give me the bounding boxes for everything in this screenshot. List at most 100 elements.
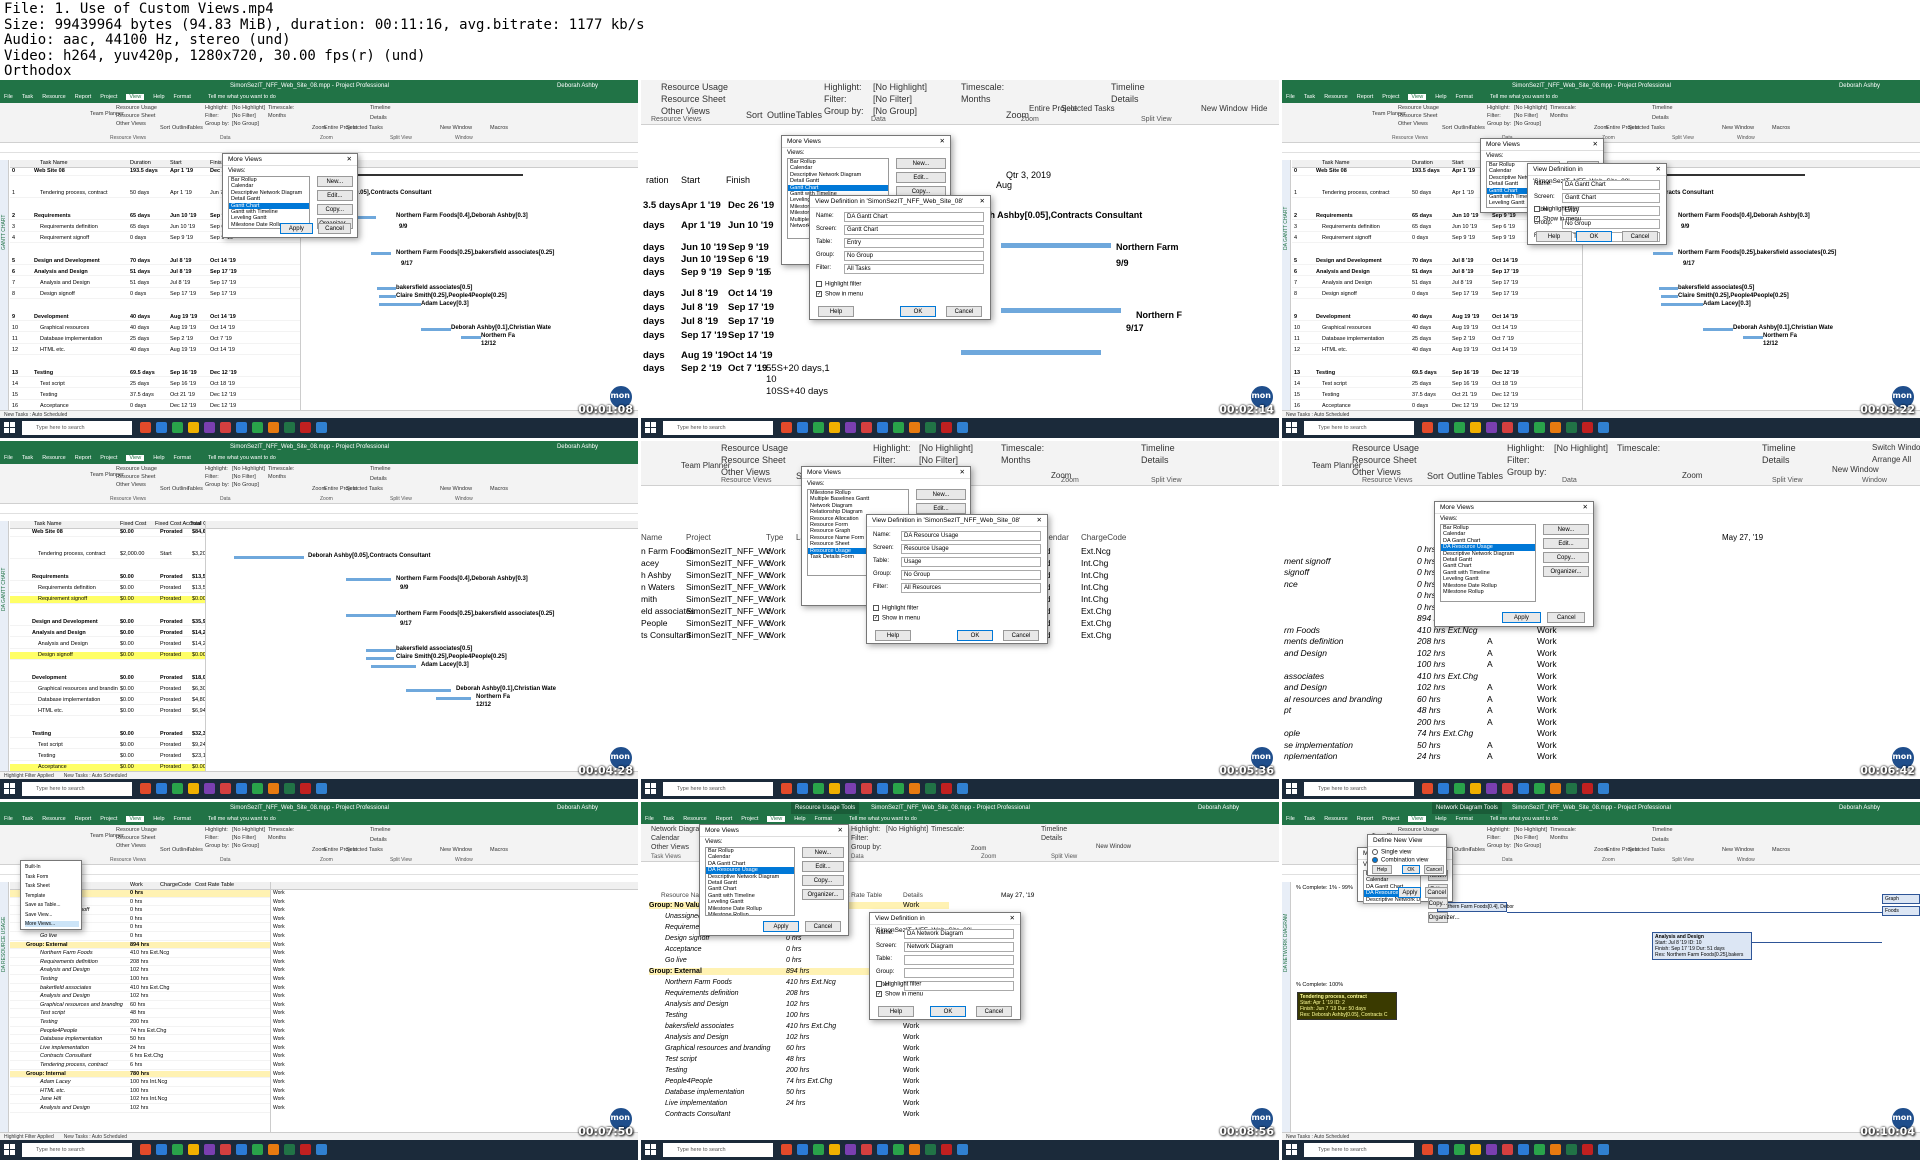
taskbar-search-box[interactable]: Type here to search [22,1143,132,1157]
network-node-partial[interactable]: Graph [1882,894,1920,904]
tab-view[interactable]: View [1408,816,1427,822]
taskbar-app-icon[interactable] [1422,1144,1433,1155]
taskbar-app-icon[interactable] [1486,422,1497,433]
table-row[interactable]: Group: Internal 780 hrs [10,1070,270,1079]
cancel-button[interactable]: Cancel [1622,231,1658,242]
col-duration[interactable]: Duration [130,160,151,166]
taskbar-app-icon[interactable] [300,1144,311,1155]
highlight-select[interactable]: [No Highlight] [919,443,973,453]
table-row[interactable]: Adam Lacey 100 hrs Int.Ncg [10,1079,270,1087]
taskbar-app-icon[interactable] [236,1144,247,1155]
taskbar-app-icon[interactable] [316,783,327,794]
radio-circle[interactable] [1372,849,1378,855]
filter-label[interactable]: Filter: [205,835,219,841]
taskbar-app-icon[interactable] [220,422,231,433]
column-header[interactable]: Project [686,533,711,542]
taskbar-app-icon[interactable] [1470,783,1481,794]
taskbar-app-icon[interactable] [220,783,231,794]
tab-resource[interactable]: Resource [42,94,66,100]
taskbar-app-icon[interactable] [797,1144,808,1155]
gantt-bar[interactable] [379,295,396,298]
highlight-select[interactable]: [No Highlight] [232,827,265,833]
tab-report[interactable]: Report [75,816,92,822]
taskbar-app-icon[interactable] [909,422,920,433]
filter-label[interactable]: Filter: [1487,835,1501,841]
close-icon[interactable]: ✕ [960,467,965,479]
timescale-label[interactable]: Timescale: [1001,443,1044,453]
checkbox-box[interactable]: ✓ [816,291,822,297]
taskbar-app-icon[interactable] [797,783,808,794]
gantt-bar[interactable] [436,697,471,700]
tab-task[interactable]: Task [1304,94,1315,100]
tab-project[interactable]: Project [100,816,117,822]
col-start[interactable]: Start [170,160,182,166]
taskbar-app-icon[interactable] [877,783,888,794]
taskbar-app-icon[interactable] [1438,783,1449,794]
table-row[interactable]: HTML etc. 100 hrs [10,1088,270,1096]
tab-view[interactable]: View [126,455,145,461]
gantt-bar[interactable] [1703,328,1733,331]
filter-label[interactable]: Filter: [851,835,869,842]
apply-button[interactable]: Apply [763,921,799,932]
taskbar-app-icon[interactable] [172,1144,183,1155]
close-icon[interactable]: ✕ [1583,502,1588,514]
resource-usage-button[interactable]: Resource Usage [116,105,157,111]
tab-resource[interactable]: Resource [1324,94,1348,100]
help-button[interactable]: Help [878,1006,914,1017]
taskbar-search-box[interactable]: Type here to search [1304,782,1414,796]
new-view-button[interactable]: New... [802,847,844,858]
timescale-select[interactable]: Months [961,94,991,104]
highlight-select[interactable]: [No Highlight] [1554,443,1608,453]
taskbar-app-icon[interactable] [1598,783,1609,794]
taskbar-app-icon[interactable] [941,1144,952,1155]
taskbar-app-icon[interactable] [236,783,247,794]
views-list[interactable]: Bar RollupCalendarDA Gantt ChartDA Resou… [705,847,795,917]
taskbar-app-icon[interactable] [300,422,311,433]
macros-button[interactable]: Macros [490,125,508,131]
taskbar-app-icon[interactable] [156,1144,167,1155]
tell-me-box[interactable]: Tell me what you want to do [208,816,276,822]
taskbar-app-icon[interactable] [268,1144,279,1155]
tab-task[interactable]: Task [1304,816,1315,822]
taskbar-app-icon[interactable] [925,1144,936,1155]
filter-select[interactable]: [No Filter] [873,94,912,104]
table-row[interactable]: Requirements definition 208 hrs [10,959,270,967]
timeline-checkbox[interactable]: Timeline [370,466,391,472]
group-by-label[interactable]: Group by: [824,106,864,116]
screen-field[interactable]: Gantt Chart [1562,193,1660,203]
group-by-label[interactable]: Group by: [1487,843,1511,849]
tell-me-box[interactable]: Tell me what you want to do [208,455,276,461]
table-row[interactable]: 10 Graphical resources 40 days Aug 19 '19 Oc… [1292,325,1582,333]
sort-button[interactable]: Sort [160,486,170,492]
group-by-select[interactable]: [No Group] [1514,843,1541,849]
resource-usage-button[interactable]: Resource Usage [116,827,157,833]
new-window-button[interactable]: New Window [440,125,472,131]
taskbar-app-icon[interactable] [861,783,872,794]
name-field[interactable]: DA Gantt Chart [844,212,984,222]
new-view-button[interactable]: New... [316,176,353,187]
gantt-bar[interactable] [421,328,451,331]
sort-button[interactable]: Sort [1442,125,1452,131]
details-checkbox[interactable]: Details [1762,455,1790,465]
taskbar-app-icon[interactable] [893,783,904,794]
new-window-button[interactable]: New Window [440,486,472,492]
outline-button[interactable]: Outline [767,110,796,120]
tab-format[interactable]: Format [174,816,191,822]
timeline-checkbox[interactable]: Timeline [370,827,391,833]
gantt-bar[interactable] [366,657,394,660]
copy-view-button[interactable]: Copy... [802,875,844,886]
close-icon[interactable]: ✕ [980,196,985,208]
gantt-bar[interactable] [366,649,396,652]
screen-field[interactable]: Network Diagram [904,942,1014,952]
taskbar-search-box[interactable]: Type here to search [663,1143,773,1157]
group-by-select[interactable]: [No Group] [232,843,259,849]
show-in-menu-checkbox[interactable]: ✓ Show in menu [816,291,863,298]
table-row[interactable]: Testing 100 hrs [10,976,270,984]
ok-button[interactable]: OK [957,630,993,641]
taskbar-app-icon[interactable] [845,422,856,433]
menu-item[interactable]: Task Sheet [25,883,50,889]
group-by-label[interactable]: Group by: [851,844,882,851]
tell-me-box[interactable]: Tell me what you want to do [1490,816,1558,822]
table-row[interactable]: Analysis and Design 102 hrs [10,993,270,1001]
taskbar-app-icon[interactable] [909,1144,920,1155]
